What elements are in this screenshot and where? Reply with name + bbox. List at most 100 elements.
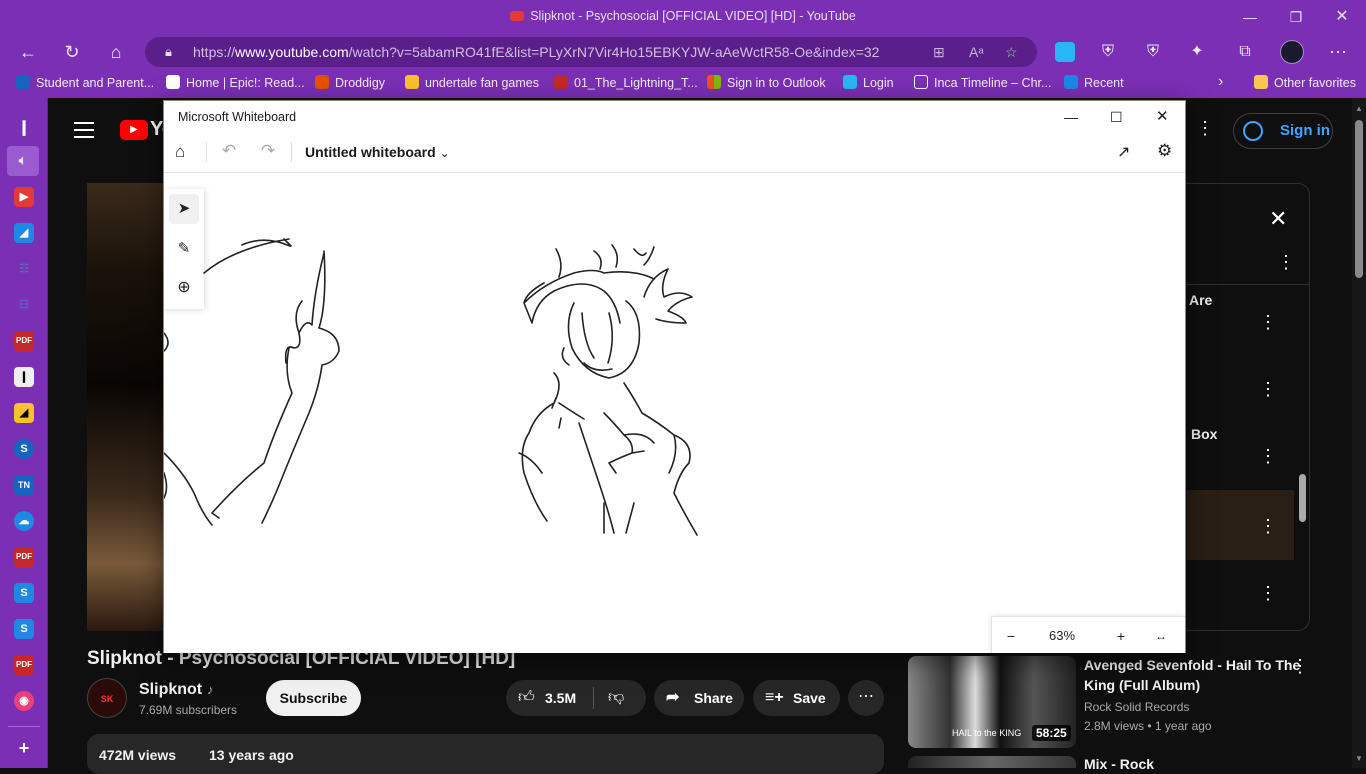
playlist-item-title[interactable]: Are: [1189, 292, 1212, 308]
other-favorites[interactable]: Other favorites: [1254, 75, 1356, 90]
fit-to-screen-icon[interactable]: ↔: [1150, 625, 1172, 647]
app-yellow-icon[interactable]: ◢: [14, 403, 34, 423]
app-blue-icon[interactable]: ◢: [14, 223, 34, 243]
bookmarks-overflow-icon[interactable]: ›: [1218, 73, 1223, 91]
board-name-dropdown[interactable]: Untitled whiteboard ⌄: [305, 144, 450, 160]
bookmark-item[interactable]: undertale fan games: [405, 75, 539, 90]
wb-share-icon[interactable]: ↗: [1117, 142, 1130, 162]
read-aloud-icon[interactable]: Aᵃ: [969, 37, 984, 67]
save-button[interactable]: ≡+ Save: [753, 680, 840, 716]
s-app-icon[interactable]: S: [14, 583, 34, 603]
pdf2-icon[interactable]: PDF: [14, 547, 34, 567]
channel-name[interactable]: Slipknot: [139, 681, 202, 699]
minimize-icon[interactable]: —: [1237, 6, 1263, 28]
redo-icon[interactable]: ↷: [261, 141, 275, 161]
youtube-settings-dots-icon[interactable]: ⋮: [1196, 118, 1214, 139]
playlist-item-menu-icon[interactable]: ⋮: [1259, 446, 1277, 467]
profile-avatar[interactable]: [1280, 40, 1304, 64]
youtube-icon[interactable]: ▶: [14, 187, 34, 207]
playlist-item-current[interactable]: [1187, 490, 1294, 560]
wb-maximize-icon[interactable]: ☐: [1110, 101, 1123, 133]
scroll-up-icon[interactable]: ▲: [1355, 104, 1363, 113]
shield-icon[interactable]: ⛨: [1096, 41, 1120, 63]
share-label: Share: [694, 690, 733, 706]
refresh-icon[interactable]: ↻: [60, 41, 84, 63]
wb-home-icon[interactable]: ⌂: [175, 142, 185, 162]
s-circle-icon[interactable]: S: [14, 439, 34, 459]
extensions-icon[interactable]: ✦: [1185, 41, 1209, 63]
playlist-item-menu-icon[interactable]: ⋮: [1259, 583, 1277, 604]
page-scrollbar-thumb[interactable]: [1355, 120, 1363, 278]
dislike-icon[interactable]: 👎︎: [608, 688, 624, 707]
zoom-out-icon[interactable]: −︎: [1000, 625, 1022, 647]
next-thumbnail[interactable]: [908, 756, 1076, 768]
tn-icon[interactable]: TN: [14, 475, 34, 495]
recommended-channel[interactable]: Rock Solid Records: [1084, 700, 1189, 714]
extension-cloud-icon[interactable]: [1055, 42, 1075, 62]
whiteboard-canvas[interactable]: ➤ ✎ ⊕ −︎ 63% + ↔: [164, 173, 1185, 653]
tab-actions-icon[interactable]: ❙: [14, 118, 34, 138]
app-grid-icon[interactable]: ☷: [14, 259, 34, 279]
undo-icon[interactable]: ↶: [222, 141, 236, 161]
collections-icon[interactable]: ⧉: [1233, 41, 1257, 63]
more-menu-icon[interactable]: ⋯: [1326, 41, 1350, 63]
wb-minimize-icon[interactable]: —: [1064, 101, 1078, 133]
pdf-icon[interactable]: PDF: [14, 331, 34, 351]
video-player[interactable]: [87, 183, 167, 631]
record-icon[interactable]: ◉: [14, 691, 34, 711]
like-icon[interactable]: 👍︎: [518, 688, 535, 707]
bookmark-item[interactable]: Student and Parent...: [16, 75, 154, 90]
channel-avatar[interactable]: SK: [87, 678, 127, 718]
back-icon[interactable]: ←: [16, 41, 40, 63]
bookmark-item[interactable]: Droddigy: [315, 75, 385, 90]
zoom-in-icon[interactable]: +: [1110, 625, 1132, 647]
bookmark-item[interactable]: 01_The_Lightning_T...: [554, 75, 698, 90]
sidebar-active-item[interactable]: 🔈︎: [7, 146, 39, 176]
piano-icon[interactable]: ❙: [14, 367, 34, 387]
scroll-down-icon[interactable]: ▼: [1355, 754, 1363, 763]
upload-age: 13 years ago: [209, 747, 294, 763]
cloud-icon[interactable]: ☁: [14, 511, 34, 531]
home-icon[interactable]: ⌂: [104, 41, 128, 63]
browser-title-bar: Slipknot - Psychosocial [OFFICIAL VIDEO]…: [0, 0, 1366, 34]
address-bar[interactable]: 🔒︎ https://www.youtube.com/watch?v=5abam…: [145, 37, 1037, 67]
close-window-icon[interactable]: ✕: [1329, 6, 1355, 28]
more-actions-icon[interactable]: ⋯: [848, 680, 884, 716]
bookmark-item[interactable]: Inca Timeline – Chr...: [914, 75, 1051, 90]
recommended-thumbnail[interactable]: HAIL to the KING 58:25: [908, 656, 1076, 748]
playlist-item-menu-icon[interactable]: ⋮: [1259, 379, 1277, 400]
page-scrollbar-track[interactable]: ▲ ▼: [1352, 98, 1366, 768]
playlist-item-title[interactable]: Box: [1191, 426, 1217, 442]
like-count[interactable]: 3.5M: [545, 690, 576, 706]
recommended-menu-icon[interactable]: ⋮: [1291, 656, 1309, 677]
restore-icon[interactable]: ❐: [1283, 6, 1309, 28]
wb-settings-icon[interactable]: ⚙: [1157, 141, 1172, 161]
bookmark-label: Sign in to Outlook: [727, 76, 826, 90]
sign-in-button[interactable]: Sign in: [1233, 113, 1333, 149]
pdf3-icon[interactable]: PDF: [14, 655, 34, 675]
wb-close-icon[interactable]: ✕: [1156, 101, 1169, 133]
favorite-add-icon[interactable]: ☆: [1005, 37, 1018, 67]
youtube-menu-icon[interactable]: [74, 122, 94, 138]
s-app2-icon[interactable]: S: [14, 619, 34, 639]
shield2-icon[interactable]: ⛨: [1141, 41, 1165, 63]
playlist-item-menu-icon[interactable]: ⋮: [1259, 516, 1277, 537]
playlist-scrollbar[interactable]: [1299, 474, 1306, 522]
description-box[interactable]: 472M views 13 years ago: [87, 734, 884, 774]
add-sidebar-app-icon[interactable]: +: [14, 738, 34, 758]
bookmark-item[interactable]: Home | Epic!: Read...: [166, 75, 305, 90]
close-playlist-icon[interactable]: ✕: [1269, 206, 1287, 232]
app-grid2-icon[interactable]: ☷: [14, 295, 34, 315]
youtube-logo-icon[interactable]: ▶: [120, 120, 148, 140]
recommended-title[interactable]: Avenged Sevenfold - Hail To The King (Fu…: [1084, 655, 1300, 695]
app-available-icon[interactable]: ⊞: [933, 37, 945, 67]
bookmark-label: 01_The_Lightning_T...: [574, 76, 698, 90]
next-title[interactable]: Mix - Rock: [1084, 756, 1154, 772]
bookmark-item[interactable]: Recent: [1064, 75, 1124, 90]
bookmark-item[interactable]: Login: [843, 75, 894, 90]
playlist-menu-icon[interactable]: ⋮: [1277, 252, 1295, 273]
subscribe-button[interactable]: Subscribe: [266, 680, 361, 716]
share-button[interactable]: ➦ Share: [654, 680, 744, 716]
playlist-item-menu-icon[interactable]: ⋮: [1259, 312, 1277, 333]
bookmark-item[interactable]: Sign in to Outlook: [707, 75, 826, 90]
